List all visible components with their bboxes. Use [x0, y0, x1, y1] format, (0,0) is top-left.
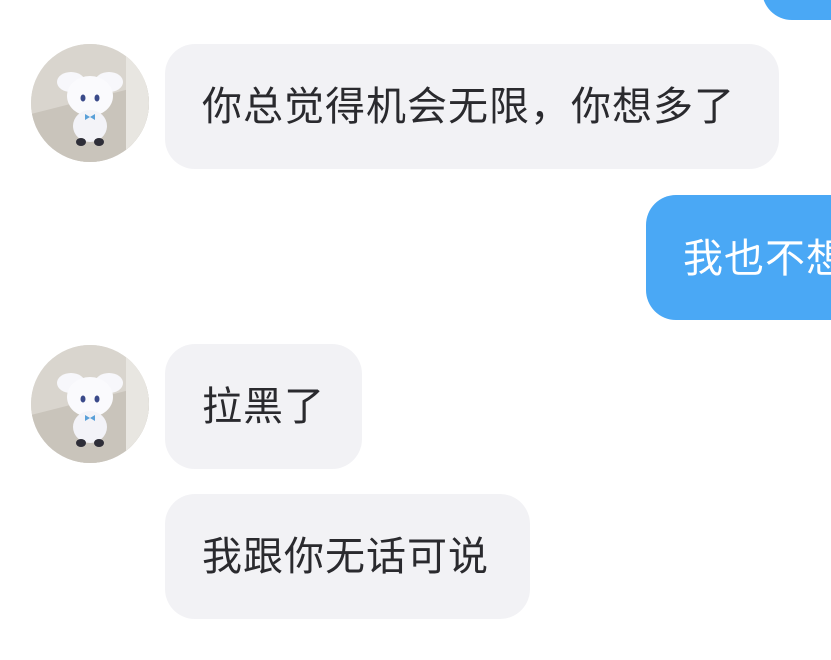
incoming-message-bubble[interactable]: 你总觉得机会无限，你想多了	[165, 44, 779, 169]
contact-avatar[interactable]	[31, 345, 149, 463]
outgoing-message-bubble[interactable]: 我也不想	[646, 195, 831, 320]
plush-toy-avatar-icon	[31, 44, 149, 162]
message-text: 拉黑了	[202, 384, 325, 430]
message-text: 我跟你无话可说	[202, 534, 489, 580]
chat-thread: 你总觉得机会无限，你想多了 我也不想 拉黑了 我跟你无话可说	[0, 0, 831, 660]
outgoing-message-bubble[interactable]	[762, 0, 831, 20]
plush-toy-avatar-icon	[31, 345, 149, 463]
message-text: 你总觉得机会无限，你想多了	[202, 84, 735, 130]
incoming-message-bubble[interactable]: 拉黑了	[165, 344, 362, 469]
incoming-message-bubble[interactable]: 我跟你无话可说	[165, 494, 530, 619]
message-text: 我也不想	[683, 236, 831, 282]
contact-avatar[interactable]	[31, 44, 149, 162]
